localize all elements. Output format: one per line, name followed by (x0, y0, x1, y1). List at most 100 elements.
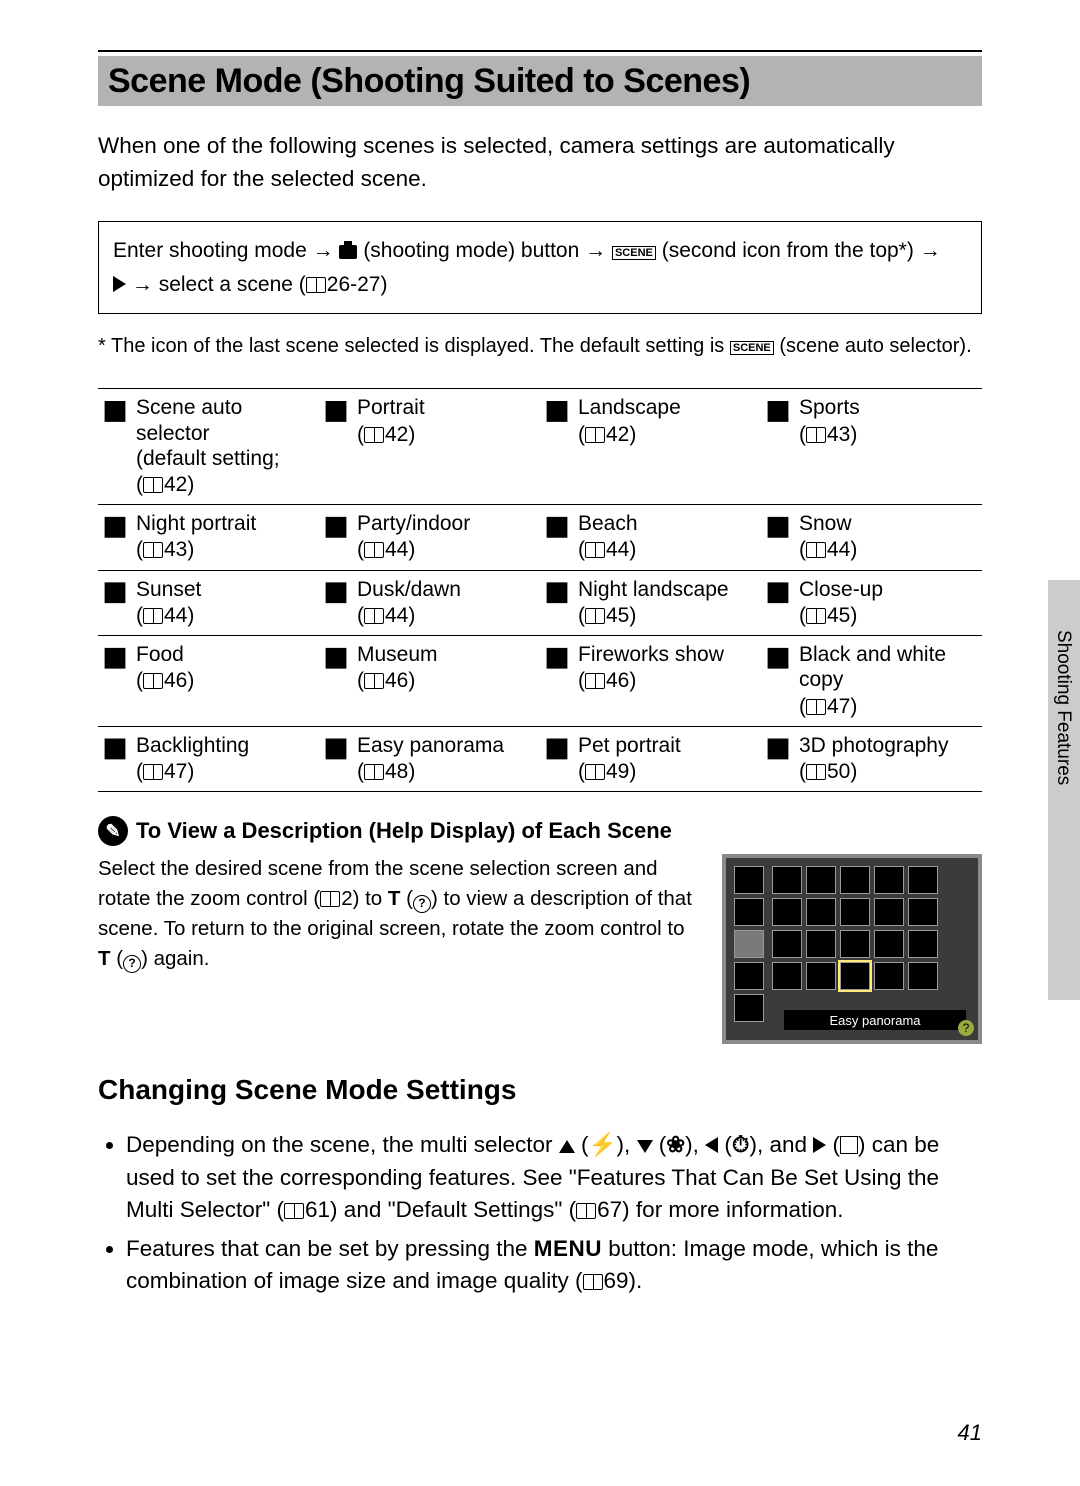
htr1: 2) to (341, 887, 388, 910)
scene-sub: (default setting; (136, 446, 315, 471)
page-title: Scene Mode (Shooting Suited to Scenes) (108, 62, 750, 101)
book-icon (576, 1203, 596, 1219)
nav-t2: (shooting mode) button (363, 239, 585, 262)
scene-mode-icon (544, 736, 570, 762)
scene-mode-icon (544, 645, 570, 671)
help-circle-icon: ? (413, 895, 431, 913)
scene-ref: (45) (578, 602, 729, 629)
fn2: (scene auto selector). (779, 335, 971, 357)
scene-ref: (46) (357, 667, 438, 694)
scene-name: 3D photography (799, 733, 948, 758)
scene-ref: (48) (357, 758, 504, 785)
book-icon (585, 608, 605, 624)
book-icon (806, 542, 826, 558)
exposure-icon (840, 1136, 858, 1154)
section-heading: Changing Scene Mode Settings (98, 1074, 982, 1106)
scene-name: Museum (357, 642, 438, 667)
scene-cell: Pet portrait(49) (540, 726, 761, 791)
scene-ref: (46) (136, 667, 194, 694)
book-icon (143, 608, 163, 624)
b2c: 69). (604, 1268, 643, 1293)
scene-ref: (44) (799, 536, 857, 563)
scene-icon: SCENE (730, 341, 774, 355)
book-icon (583, 1274, 603, 1290)
scene-name: Sunset (136, 577, 201, 602)
up-arrow-icon (559, 1140, 575, 1153)
scene-cell: Black and white copy(47) (761, 636, 982, 727)
scene-ref: (45) (799, 602, 883, 629)
scene-mode-icon (323, 645, 349, 671)
book-icon (364, 542, 384, 558)
book-icon (806, 427, 826, 443)
camera-screen-preview: Easy panorama ? (722, 854, 982, 1044)
page-title-block: Scene Mode (Shooting Suited to Scenes) (98, 50, 982, 106)
scene-name: Landscape (578, 395, 681, 420)
scene-ref: (44) (578, 536, 638, 563)
scene-name: Night portrait (136, 511, 256, 536)
book-icon (806, 699, 826, 715)
camera-icon (339, 245, 357, 259)
scene-ref: (44) (136, 602, 201, 629)
scene-name: Scene auto selector (136, 395, 315, 445)
scene-cell: Night landscape(45) (540, 570, 761, 635)
scene-ref: (49) (578, 758, 681, 785)
scene-mode-icon (102, 645, 128, 671)
scene-name: Pet portrait (578, 733, 681, 758)
scene-cell: Sunset(44) (98, 570, 319, 635)
bullet-1: Depending on the scene, the multi select… (126, 1129, 982, 1227)
scene-mode-icon (102, 514, 128, 540)
intro-text: When one of the following scenes is sele… (98, 130, 982, 195)
scene-name: Black and white copy (799, 642, 978, 692)
scene-mode-icon (765, 398, 791, 424)
scene-cell: Close-up(45) (761, 570, 982, 635)
book-icon (306, 277, 326, 293)
scene-name: Close-up (799, 577, 883, 602)
scene-cell: Beach(44) (540, 505, 761, 570)
book-icon (364, 764, 384, 780)
scene-mode-icon (102, 580, 128, 606)
scene-cell: Party/indoor(44) (319, 505, 540, 570)
scene-ref: (42) (357, 421, 425, 448)
t-icon: T (388, 887, 401, 910)
scene-mode-icon (544, 580, 570, 606)
scene-mode-icon (765, 645, 791, 671)
scene-cell: Night portrait(43) (98, 505, 319, 570)
book-icon (284, 1203, 304, 1219)
book-icon (364, 608, 384, 624)
b1c: 61) and "Default Settings" ( (305, 1197, 576, 1222)
scene-mode-icon (544, 398, 570, 424)
nav-ref: 26-27) (327, 273, 388, 296)
left-arrow-icon (705, 1137, 718, 1153)
navigation-box: Enter shooting mode → (shooting mode) bu… (98, 221, 982, 314)
scene-ref: (44) (357, 536, 470, 563)
scene-mode-icon (765, 580, 791, 606)
scene-cell: Food(46) (98, 636, 319, 727)
nav-t1: Enter shooting mode (113, 239, 313, 262)
book-icon (585, 673, 605, 689)
camera-screen-label: Easy panorama (784, 1010, 966, 1030)
scene-cell: Museum(46) (319, 636, 540, 727)
scene-ref: (43) (136, 536, 256, 563)
scene-cell: Dusk/dawn(44) (319, 570, 540, 635)
scene-cell: 3D photography(50) (761, 726, 982, 791)
scene-ref: (47) (136, 758, 249, 785)
scene-ref: (42) (136, 471, 315, 498)
footnote: * The icon of the last scene selected is… (98, 332, 982, 360)
book-icon (806, 764, 826, 780)
book-icon (364, 427, 384, 443)
scene-cell: Landscape(42) (540, 389, 761, 505)
scene-name: Dusk/dawn (357, 577, 461, 602)
pencil-icon (98, 816, 128, 846)
book-icon (585, 764, 605, 780)
b1a: Depending on the scene, the multi select… (126, 1132, 559, 1157)
t-icon2: T (98, 947, 111, 970)
nav-t4: select a scene ( (159, 273, 306, 296)
scene-mode-icon (323, 736, 349, 762)
help-heading: To View a Description (Help Display) of … (98, 816, 982, 846)
fn1: * The icon of the last scene selected is… (98, 335, 730, 357)
scene-ref: (46) (578, 667, 724, 694)
bullet-2: Features that can be set by pressing the… (126, 1233, 982, 1298)
ht3: again. (148, 947, 210, 970)
menu-button-label: MENU (534, 1236, 602, 1261)
scene-mode-icon (102, 398, 128, 424)
